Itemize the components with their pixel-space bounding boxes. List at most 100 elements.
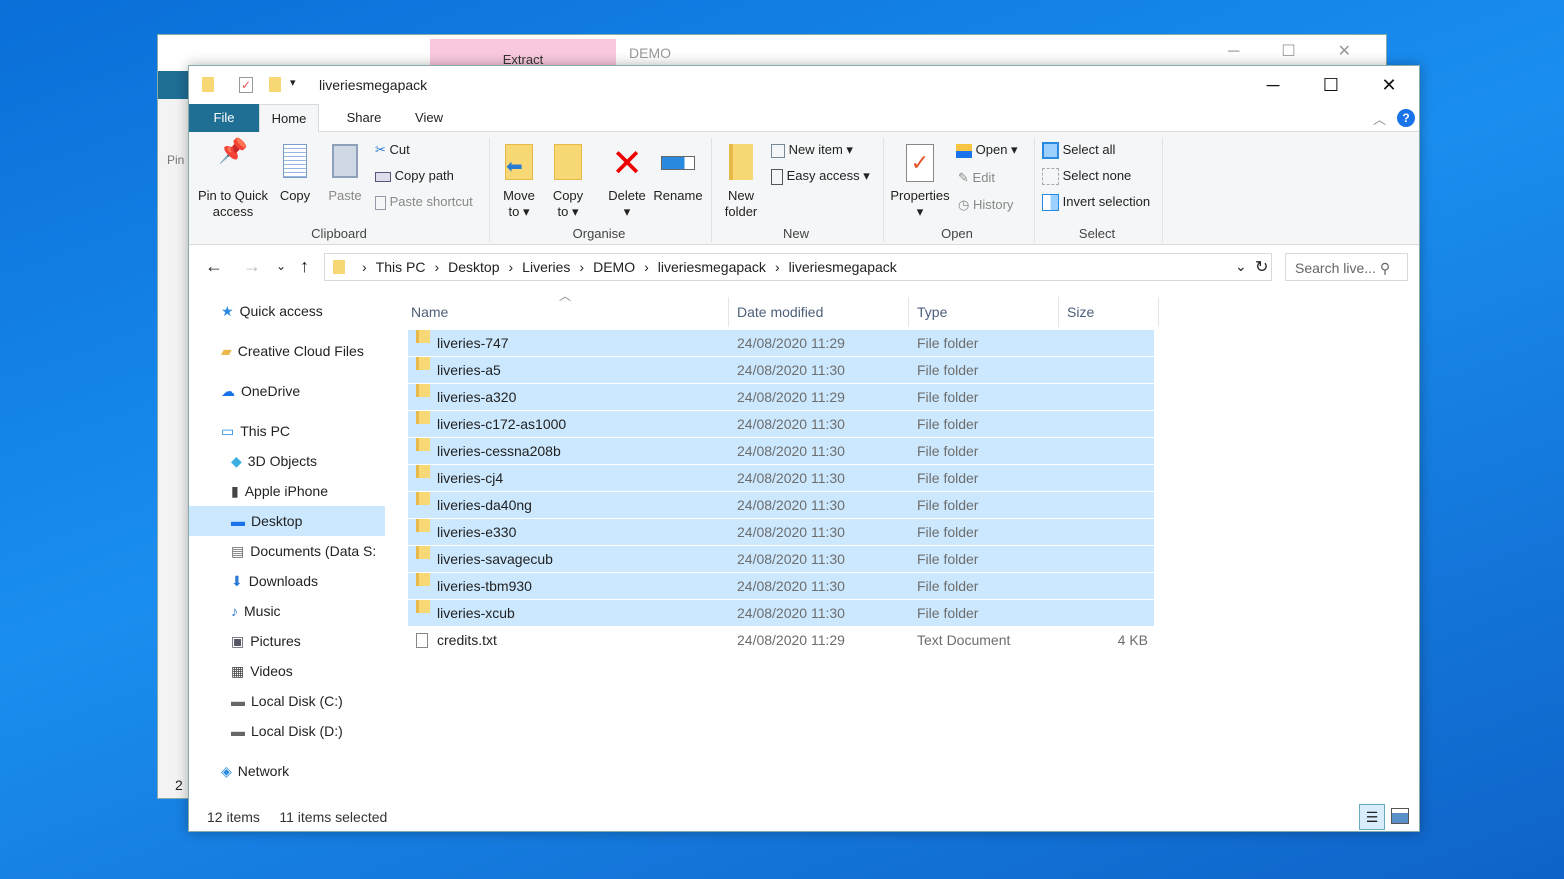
close-button[interactable]: ✕ <box>1360 66 1418 104</box>
folder-icon <box>333 260 345 274</box>
open-button[interactable]: Open ▾ <box>956 142 1018 158</box>
new-item-button[interactable]: New item ▾ <box>771 142 853 158</box>
nav-item[interactable]: ▣ Pictures <box>189 626 385 656</box>
nav-item[interactable]: ▬ Local Disk (D:) <box>189 716 385 746</box>
pin-to-quick-access-button[interactable]: 📌 Pin to Quick access <box>195 140 271 220</box>
minimize-button[interactable]: ─ <box>1244 66 1302 104</box>
file-row[interactable]: liveries-cessna208b 24/08/2020 11:30 File … <box>408 438 1154 465</box>
delete-button[interactable]: ✕ Delete ▾ <box>605 144 649 220</box>
file-row[interactable]: liveries-e330 24/08/2020 11:30 File folder <box>408 519 1154 546</box>
copy-path-button[interactable]: Copy path <box>375 168 454 184</box>
file-row[interactable]: liveries-747 24/08/2020 11:29 File folder <box>408 330 1154 357</box>
address-bar[interactable]: › This PC › Desktop › Liveries › DEMO › liveriesm… <box>324 253 1272 281</box>
nav-item[interactable]: ▤ Documents (Data S: <box>189 536 385 566</box>
file-row[interactable]: credits.txt 24/08/2020 11:29 Text Document… <box>408 627 1154 654</box>
breadcrumb-separator-icon[interactable]: › <box>644 259 649 275</box>
refresh-icon[interactable]: ↻ <box>1255 257 1268 277</box>
breadcrumb-item[interactable]: DEMO <box>593 259 635 275</box>
easy-access-button[interactable]: Easy access ▾ <box>771 168 870 185</box>
file-date: 24/08/2020 11:30 <box>737 524 845 540</box>
nav-item[interactable]: ♪ Music <box>189 596 385 626</box>
nav-item[interactable]: ▭ This PC <box>189 416 385 446</box>
nav-item[interactable]: ▬ Desktop <box>189 506 385 536</box>
copy-to-button[interactable]: Copy to ▾ <box>547 144 589 220</box>
nav-item[interactable]: ▮ Apple iPhone <box>189 476 385 506</box>
explorer-window[interactable]: ✓ ▾ liveriesmegapack ─ ☐ ✕ File Home Sha… <box>188 65 1420 832</box>
scissors-icon: ✂ <box>375 142 386 157</box>
nav-item[interactable]: ▦ Videos <box>189 656 385 686</box>
up-button[interactable]: ↑ <box>300 256 309 277</box>
breadcrumb-separator-icon[interactable]: › <box>775 259 780 275</box>
nav-item[interactable]: ▬ Local Disk (C:) <box>189 686 385 716</box>
file-row[interactable]: liveries-a320 24/08/2020 11:29 File folder <box>408 384 1154 411</box>
file-row[interactable]: liveries-cj4 24/08/2020 11:30 File folder <box>408 465 1154 492</box>
breadcrumb-separator-icon[interactable]: › <box>434 259 439 275</box>
edit-button[interactable]: ✎ Edit <box>958 170 995 186</box>
breadcrumb-item[interactable]: liveriesmegapack <box>789 259 897 275</box>
folder-icon <box>416 438 430 451</box>
file-row[interactable]: liveries-tbm930 24/08/2020 11:30 File fold… <box>408 573 1154 600</box>
tab-file[interactable]: File <box>189 104 259 132</box>
history-button[interactable]: ◷ History <box>958 197 1013 213</box>
nav-item[interactable]: ▰ Creative Cloud Files <box>189 336 385 366</box>
breadcrumb-item[interactable]: Desktop <box>448 259 499 275</box>
select-all-button[interactable]: Select all <box>1042 142 1115 160</box>
properties-button[interactable]: ✓ Properties ▾ <box>889 144 951 220</box>
file-date: 24/08/2020 11:30 <box>737 470 845 486</box>
nav-item[interactable]: ☁ OneDrive <box>189 376 385 406</box>
back-button[interactable]: ← <box>205 256 223 277</box>
customize-qat-icon[interactable]: ▾ <box>290 76 296 89</box>
address-dropdown-icon[interactable]: ⌄ <box>1235 258 1247 275</box>
new-folder-quick-icon[interactable] <box>269 77 281 92</box>
nav-item[interactable]: ⬇ Downloads <box>189 566 385 596</box>
maximize-button[interactable]: ☐ <box>1302 66 1360 104</box>
paste-button[interactable]: Paste <box>323 144 367 204</box>
help-icon[interactable]: ? <box>1397 109 1415 127</box>
breadcrumb-item[interactable]: This PC <box>376 259 426 275</box>
properties-quick-icon[interactable]: ✓ <box>239 77 253 93</box>
paste-shortcut-button[interactable]: Paste shortcut <box>375 194 473 210</box>
properties-icon: ✓ <box>906 144 934 182</box>
nav-item-label: Pictures <box>250 633 301 649</box>
breadcrumb-separator-icon[interactable]: › <box>509 259 514 275</box>
invert-selection-button[interactable]: Invert selection <box>1042 194 1150 212</box>
file-row[interactable]: liveries-c172-as1000 24/08/2020 11:30 File… <box>408 411 1154 438</box>
tab-home[interactable]: Home <box>259 104 319 133</box>
file-name: liveries-c172-as1000 <box>437 416 567 432</box>
breadcrumb-item[interactable]: liveriesmegapack <box>658 259 766 275</box>
breadcrumb-item[interactable]: Liveries <box>522 259 570 275</box>
forward-button[interactable]: → <box>243 256 261 277</box>
file-row[interactable]: liveries-savagecub 24/08/2020 11:30 File f… <box>408 546 1154 573</box>
recent-locations-button[interactable]: ⌄ <box>276 259 286 273</box>
large-icons-view-button[interactable] <box>1391 808 1409 824</box>
computer-icon: ▭ <box>221 423 235 439</box>
file-row[interactable]: liveries-a5 24/08/2020 11:30 File folder <box>408 357 1154 384</box>
copy-button[interactable]: Copy <box>275 144 315 204</box>
column-header-type[interactable]: Type <box>913 297 1059 327</box>
nav-item[interactable]: ◈ Network <box>189 756 385 786</box>
onedrive-icon: ☁ <box>221 383 235 399</box>
rename-button[interactable]: Rename <box>653 144 703 204</box>
nav-item-label: Downloads <box>248 573 318 589</box>
nav-item[interactable]: ★ Quick access <box>189 296 385 326</box>
file-row[interactable]: liveries-da40ng 24/08/2020 11:30 File fold… <box>408 492 1154 519</box>
select-none-button[interactable]: Select none <box>1042 168 1131 186</box>
file-row[interactable]: liveries-xcub 24/08/2020 11:30 File folder <box>408 600 1154 627</box>
nav-item[interactable]: ◆ 3D Objects <box>189 446 385 476</box>
nav-item-label: Videos <box>250 663 293 679</box>
details-view-button[interactable]: ☰ <box>1359 804 1385 830</box>
collapse-ribbon-icon[interactable]: ︿ <box>1373 109 1386 128</box>
tab-view[interactable]: View <box>399 104 459 132</box>
breadcrumb-separator-icon[interactable]: › <box>579 259 584 275</box>
file-type: File folder <box>917 443 979 459</box>
video-icon: ▦ <box>231 663 245 679</box>
breadcrumb-separator-icon[interactable]: › <box>362 259 367 275</box>
tab-share[interactable]: Share <box>334 104 394 132</box>
search-input[interactable]: Search live... ⚲ <box>1285 253 1408 281</box>
column-header-date[interactable]: Date modified <box>733 297 909 327</box>
nav-item-label: Music <box>244 603 281 619</box>
cut-button[interactable]: ✂ Cut <box>375 142 410 158</box>
move-to-button[interactable]: ⬅ Move to ▾ <box>498 144 540 220</box>
column-header-size[interactable]: Size <box>1063 297 1159 327</box>
new-folder-button[interactable]: New folder <box>719 144 763 220</box>
